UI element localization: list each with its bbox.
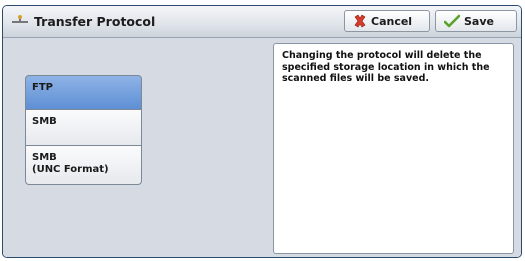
message-text: Changing the protocol will delete the sp… bbox=[282, 50, 490, 84]
content-area: FTP SMB SMB (UNC Format) Changing the pr… bbox=[3, 38, 521, 257]
dialog-panel: Transfer Protocol Cancel Save FTP SMB SM… bbox=[2, 5, 522, 258]
red-x-icon bbox=[354, 14, 366, 28]
option-smb-unc-label: SMB (UNC Format) bbox=[32, 152, 109, 175]
transfer-icon bbox=[11, 14, 29, 28]
option-smb[interactable]: SMB bbox=[25, 109, 142, 146]
green-check-icon bbox=[444, 14, 460, 28]
option-ftp-label: FTP bbox=[32, 82, 53, 93]
page-title: Transfer Protocol bbox=[34, 14, 156, 29]
option-ftp[interactable]: FTP bbox=[25, 75, 142, 110]
option-smb-label: SMB bbox=[32, 116, 57, 127]
save-button-label: Save bbox=[464, 14, 494, 28]
cancel-button[interactable]: Cancel bbox=[344, 10, 430, 32]
save-button[interactable]: Save bbox=[435, 10, 517, 32]
message-box: Changing the protocol will delete the sp… bbox=[273, 43, 514, 254]
cancel-button-label: Cancel bbox=[371, 14, 413, 28]
option-smb-unc-format[interactable]: SMB (UNC Format) bbox=[25, 145, 142, 185]
title-bar: Transfer Protocol Cancel Save bbox=[3, 6, 521, 38]
